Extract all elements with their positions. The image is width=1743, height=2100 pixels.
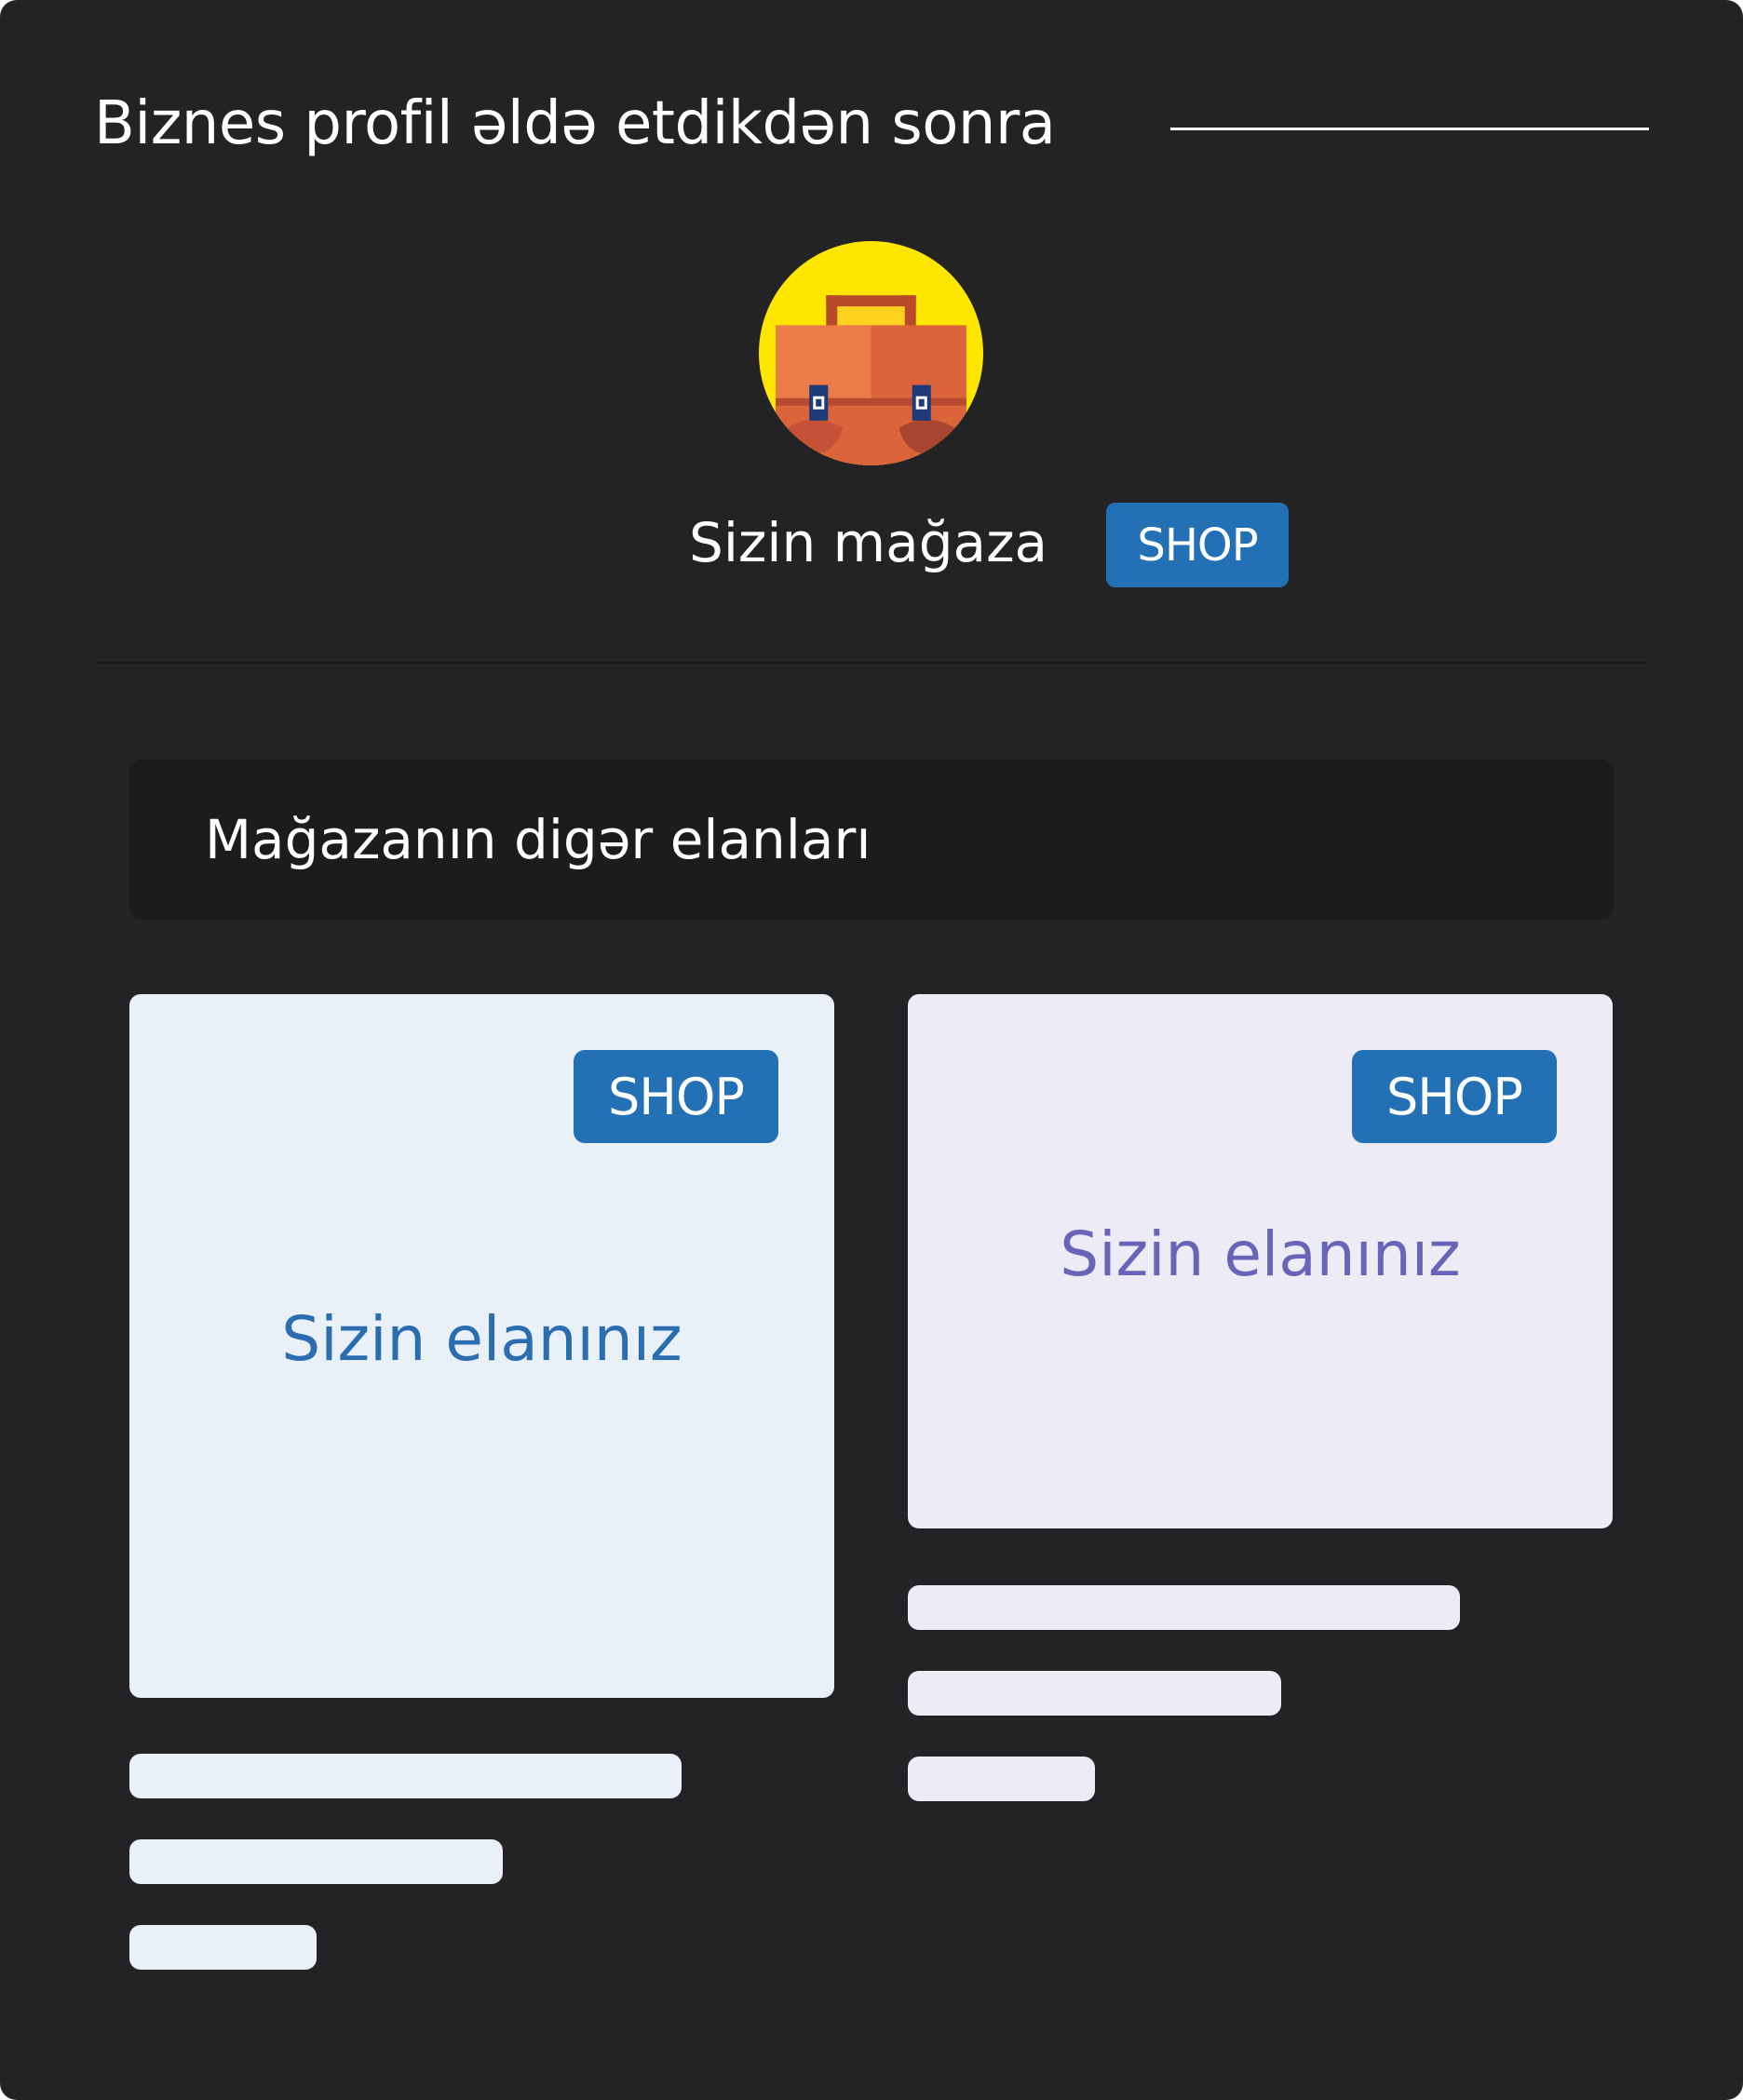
title-underline (1170, 128, 1649, 130)
text-placeholder-line (908, 1757, 1095, 1801)
business-profile-panel: Biznes profil əldə etdikdən sonra Sizin … (0, 0, 1743, 2100)
divider (94, 662, 1649, 664)
shop-name: Sizin mağaza (689, 511, 1048, 574)
listing-card[interactable]: SHOP Sizin elanınız (129, 994, 834, 1698)
briefcase-icon (759, 241, 983, 465)
listing-title: Sizin elanınız (281, 1303, 682, 1375)
text-placeholder-line (129, 1925, 317, 1970)
text-placeholder-line (129, 1839, 503, 1884)
shop-badge: SHOP (574, 1050, 778, 1143)
text-placeholder-line (908, 1671, 1281, 1716)
listing-title: Sizin elanınız (1060, 1218, 1461, 1290)
listing-card[interactable]: SHOP Sizin elanınız (908, 994, 1613, 1528)
text-placeholder-line (908, 1585, 1460, 1630)
shop-badge: SHOP (1352, 1050, 1557, 1143)
text-placeholder-line (129, 1754, 682, 1798)
page-title: Biznes profil əldə etdikdən sonra (94, 89, 1056, 158)
section-title: Mağazanın digər elanları (205, 808, 872, 871)
shop-badge: SHOP (1106, 503, 1289, 587)
other-listings-header: Mağazanın digər elanları (129, 760, 1614, 920)
